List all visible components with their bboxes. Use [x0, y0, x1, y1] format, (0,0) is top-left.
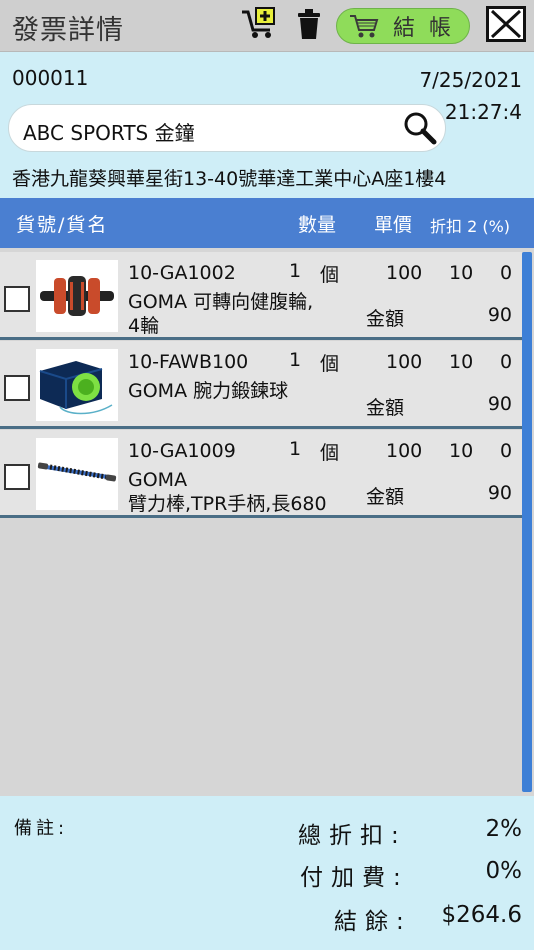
item-description: GOMA 可轉向健腹輪, 4輪	[128, 290, 360, 338]
row-checkbox[interactable]	[4, 375, 30, 401]
customer-address: 香港九龍葵興華星街13-40號華達工業中心A座1樓4	[12, 168, 447, 190]
top-bar: 發票詳情 結帳	[0, 0, 534, 52]
row-checkbox[interactable]	[4, 286, 30, 312]
close-icon	[490, 9, 522, 39]
item-description: GOMA 腕力鍛鍊球	[128, 379, 360, 403]
customer-field[interactable]: ABC SPORTS 金鐘	[8, 104, 446, 152]
scrollbar[interactable]	[522, 252, 532, 792]
power-bar-icon	[37, 462, 117, 482]
search-icon[interactable]	[403, 111, 437, 145]
item-desc-line1: GOMA	[128, 469, 188, 491]
total-discount-value: 2%	[485, 816, 523, 842]
checkout-label: 結帳	[393, 16, 466, 41]
item-amount: 90	[487, 304, 512, 326]
item-unit: 個	[320, 442, 340, 464]
invoice-number: 000011	[12, 66, 89, 90]
surcharge-value: 0%	[485, 858, 523, 884]
item-discount-2: 0	[500, 351, 513, 373]
amount-label: 金額	[366, 308, 405, 330]
item-qty: 1	[289, 260, 302, 282]
checkout-button[interactable]: 結帳	[336, 8, 470, 44]
item-qty: 1	[289, 349, 302, 371]
product-image	[36, 438, 118, 510]
item-discount-1: 10	[449, 262, 474, 284]
invoice-time: 21:27:4	[444, 100, 522, 124]
item-description: GOMA 臂力棒,TPR手柄,長680	[128, 468, 360, 516]
column-qty: 數量	[298, 214, 337, 236]
item-discount-2: 0	[500, 440, 513, 462]
page-title: 發票詳情	[12, 15, 124, 46]
item-desc-line1: GOMA 可轉向健腹輪,	[128, 291, 314, 313]
amount-label: 金額	[366, 397, 405, 419]
row-checkbox[interactable]	[4, 464, 30, 490]
total-discount-label: 總折扣:	[298, 823, 407, 849]
remarks-label: 備註:	[14, 818, 69, 839]
table-row[interactable]: 10-GA1009 1 個 100 10 0 GOMA 臂力棒,TPR手柄,長6…	[0, 430, 522, 518]
trash-icon[interactable]	[296, 8, 322, 40]
ab-wheel-icon	[40, 276, 114, 316]
item-code: 10-GA1002	[128, 262, 236, 284]
item-unit: 個	[320, 264, 340, 286]
balance-value: $264.6	[441, 902, 522, 928]
add-to-cart-icon[interactable]	[240, 6, 278, 40]
item-qty: 1	[289, 438, 302, 460]
column-discount: 折扣 2 (%)	[430, 217, 511, 236]
item-price: 100	[386, 262, 423, 284]
item-code: 10-GA1009	[128, 440, 236, 462]
table-header: 貨號/貨名 數量 單價 折扣 2 (%)	[0, 198, 534, 248]
item-amount: 90	[487, 482, 512, 504]
invoice-date: 7/25/2021	[419, 68, 522, 92]
item-unit: 個	[320, 353, 340, 375]
amount-label: 金額	[366, 486, 405, 508]
summary-footer: 備註: 總折扣: 2% 付加費: 0% 結餘: $264.6	[0, 796, 534, 950]
item-desc-line1: GOMA 腕力鍛鍊球	[128, 380, 289, 402]
product-image	[36, 349, 118, 421]
column-price: 單價	[374, 214, 413, 236]
table-row[interactable]: 10-FAWB100 1 個 100 10 0 GOMA 腕力鍛鍊球 金額 90	[0, 341, 522, 429]
item-amount: 90	[487, 393, 512, 415]
item-desc-line2: 臂力棒,TPR手柄,長680	[128, 493, 327, 515]
item-discount-2: 0	[500, 262, 513, 284]
column-name: 貨號/貨名	[16, 214, 109, 236]
close-button[interactable]	[486, 6, 526, 42]
item-desc-line2: 4輪	[128, 315, 160, 337]
item-discount-1: 10	[449, 440, 474, 462]
surcharge-label: 付加費:	[300, 865, 409, 891]
balance-label: 結餘:	[334, 909, 412, 935]
item-price: 100	[386, 351, 423, 373]
cart-icon	[350, 15, 379, 38]
wrist-ball-icon	[39, 361, 113, 415]
customer-name: ABC SPORTS 金鐘	[23, 121, 195, 145]
table-row[interactable]: 10-GA1002 1 個 100 10 0 GOMA 可轉向健腹輪, 4輪 金…	[0, 252, 522, 340]
item-discount-1: 10	[449, 351, 474, 373]
product-image	[36, 260, 118, 332]
item-price: 100	[386, 440, 423, 462]
item-code: 10-FAWB100	[128, 351, 249, 373]
